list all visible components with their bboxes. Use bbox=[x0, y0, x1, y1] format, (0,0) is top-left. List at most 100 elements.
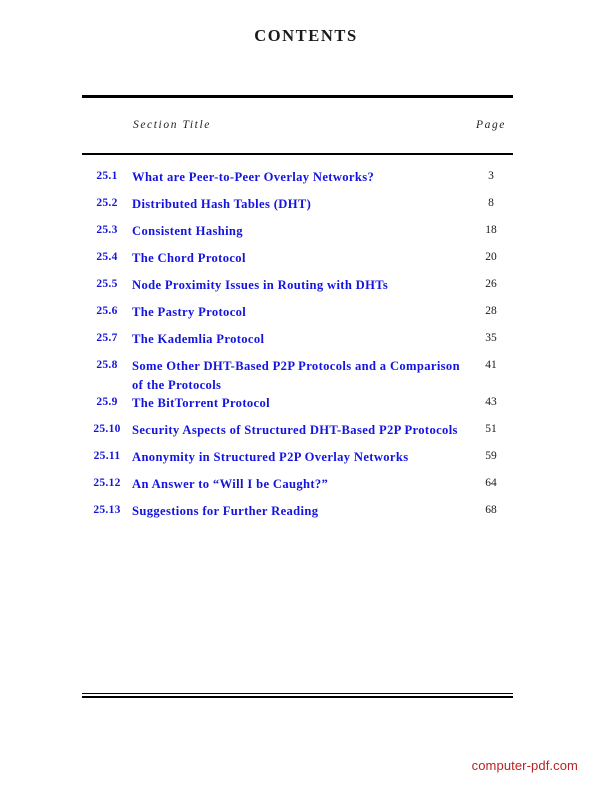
section-number: 25.7 bbox=[96, 332, 118, 344]
table-row[interactable]: 25.1 What are Peer-to-Peer Overlay Networ… bbox=[82, 168, 513, 195]
section-title-link[interactable]: Some Other DHT-Based P2P Protocols and a… bbox=[132, 357, 469, 394]
page-number: 28 bbox=[485, 305, 497, 317]
cell-page-number: 68 bbox=[469, 502, 513, 529]
header-cell-title: Section Title bbox=[132, 95, 469, 155]
table-row[interactable]: 25.10 Security Aspects of Structured DHT-… bbox=[82, 421, 513, 448]
cell-section-title: Security Aspects of Structured DHT-Based… bbox=[132, 421, 469, 448]
page-number: 18 bbox=[485, 224, 497, 236]
cell-section-number: 25.9 bbox=[82, 394, 132, 421]
cell-section-number: 25.11 bbox=[82, 448, 132, 475]
page-number: 26 bbox=[485, 278, 497, 290]
header-cell-number bbox=[82, 95, 132, 155]
cell-section-title: Distributed Hash Tables (DHT) bbox=[132, 195, 469, 222]
cell-page-number: 26 bbox=[469, 276, 513, 303]
cell-section-number: 25.2 bbox=[82, 195, 132, 222]
section-title-link[interactable]: The Kademlia Protocol bbox=[132, 330, 469, 349]
cell-section-title: The Kademlia Protocol bbox=[132, 330, 469, 357]
page-number: 64 bbox=[485, 477, 497, 489]
cell-page-number: 64 bbox=[469, 475, 513, 502]
cell-page-number: 20 bbox=[469, 249, 513, 276]
cell-page-number: 59 bbox=[469, 448, 513, 475]
section-number: 25.1 bbox=[96, 170, 118, 182]
table-bottom-rule-thin bbox=[82, 693, 513, 694]
tail-spacer-cell bbox=[469, 529, 513, 549]
section-title-link[interactable]: The BitTorrent Protocol bbox=[132, 394, 469, 413]
spacer-cell-page bbox=[469, 154, 513, 168]
table-header-row: Section Title Page bbox=[82, 95, 513, 155]
header-label-title: Section Title bbox=[133, 119, 211, 131]
cell-section-title: The BitTorrent Protocol bbox=[132, 394, 469, 421]
section-number: 25.9 bbox=[96, 396, 118, 408]
cell-page-number: 43 bbox=[469, 394, 513, 421]
cell-page-number: 35 bbox=[469, 330, 513, 357]
section-number: 25.12 bbox=[93, 477, 121, 489]
cell-page-number: 28 bbox=[469, 303, 513, 330]
table-row[interactable]: 25.12 An Answer to “Will I be Caught?” 64 bbox=[82, 475, 513, 502]
page-number: 68 bbox=[485, 504, 497, 516]
tail-spacer-cell bbox=[82, 529, 132, 549]
cell-page-number: 51 bbox=[469, 421, 513, 448]
section-title-link[interactable]: The Pastry Protocol bbox=[132, 303, 469, 322]
table-row[interactable]: 25.11 Anonymity in Structured P2P Overlay… bbox=[82, 448, 513, 475]
cell-section-number: 25.10 bbox=[82, 421, 132, 448]
section-number: 25.8 bbox=[96, 359, 118, 371]
section-number: 25.13 bbox=[93, 504, 121, 516]
table-bottom-rule-thick bbox=[82, 696, 513, 698]
page-number: 8 bbox=[488, 197, 494, 209]
section-title-link[interactable]: What are Peer-to-Peer Overlay Networks? bbox=[132, 168, 469, 187]
page-number: 51 bbox=[485, 423, 497, 435]
cell-section-number: 25.5 bbox=[82, 276, 132, 303]
table-row[interactable]: 25.2 Distributed Hash Tables (DHT) 8 bbox=[82, 195, 513, 222]
table-row[interactable]: 25.4 The Chord Protocol 20 bbox=[82, 249, 513, 276]
cell-section-title: Some Other DHT-Based P2P Protocols and a… bbox=[132, 357, 469, 394]
cell-section-title: An Answer to “Will I be Caught?” bbox=[132, 475, 469, 502]
cell-section-number: 25.6 bbox=[82, 303, 132, 330]
section-title-link[interactable]: Node Proximity Issues in Routing with DH… bbox=[132, 276, 469, 295]
cell-page-number: 8 bbox=[469, 195, 513, 222]
page-title: CONTENTS bbox=[254, 26, 358, 45]
table-row[interactable]: 25.8 Some Other DHT-Based P2P Protocols a… bbox=[82, 357, 513, 394]
page-number: 41 bbox=[485, 359, 497, 371]
cell-section-number: 25.8 bbox=[82, 357, 132, 394]
table-body: Section Title Page 25.1 What are Peer-to-… bbox=[82, 95, 513, 549]
table-tail-spacer-row bbox=[82, 529, 513, 549]
section-title-link[interactable]: Distributed Hash Tables (DHT) bbox=[132, 195, 469, 214]
cell-section-title: The Pastry Protocol bbox=[132, 303, 469, 330]
section-title-link[interactable]: Anonymity in Structured P2P Overlay Netw… bbox=[132, 448, 469, 467]
cell-section-title: Consistent Hashing bbox=[132, 222, 469, 249]
spacer-cell-number bbox=[82, 154, 132, 168]
table-row[interactable]: 25.5 Node Proximity Issues in Routing wit… bbox=[82, 276, 513, 303]
table-of-contents: Section Title Page 25.1 What are Peer-to-… bbox=[82, 95, 513, 549]
section-number: 25.5 bbox=[96, 278, 118, 290]
watermark: computer-pdf.com bbox=[471, 758, 578, 773]
page-number: 59 bbox=[485, 450, 497, 462]
section-title-link[interactable]: Suggestions for Further Reading bbox=[132, 502, 469, 521]
section-number: 25.4 bbox=[96, 251, 118, 263]
table-row[interactable]: 25.3 Consistent Hashing 18 bbox=[82, 222, 513, 249]
table-row[interactable]: 25.7 The Kademlia Protocol 35 bbox=[82, 330, 513, 357]
table-row[interactable]: 25.9 The BitTorrent Protocol 43 bbox=[82, 394, 513, 421]
cell-section-title: Node Proximity Issues in Routing with DH… bbox=[132, 276, 469, 303]
table-row[interactable]: 25.6 The Pastry Protocol 28 bbox=[82, 303, 513, 330]
section-title-link[interactable]: An Answer to “Will I be Caught?” bbox=[132, 475, 469, 494]
section-number: 25.11 bbox=[93, 450, 121, 462]
section-number: 25.2 bbox=[96, 197, 118, 209]
cell-section-number: 25.7 bbox=[82, 330, 132, 357]
cell-section-number: 25.12 bbox=[82, 475, 132, 502]
cell-section-title: Suggestions for Further Reading bbox=[132, 502, 469, 529]
cell-section-title: What are Peer-to-Peer Overlay Networks? bbox=[132, 168, 469, 195]
section-title-link[interactable]: Consistent Hashing bbox=[132, 222, 469, 241]
cell-section-title: The Chord Protocol bbox=[132, 249, 469, 276]
spacer-cell-title bbox=[132, 154, 469, 168]
section-number: 25.10 bbox=[93, 423, 121, 435]
page-number: 20 bbox=[485, 251, 497, 263]
cell-section-number: 25.1 bbox=[82, 168, 132, 195]
section-title-link[interactable]: The Chord Protocol bbox=[132, 249, 469, 268]
page-number: 35 bbox=[485, 332, 497, 344]
cell-page-number: 41 bbox=[469, 357, 513, 394]
page-number: 43 bbox=[485, 396, 497, 408]
header-label-number bbox=[82, 95, 132, 119]
table-row[interactable]: 25.13 Suggestions for Further Reading 68 bbox=[82, 502, 513, 529]
section-title-link[interactable]: Security Aspects of Structured DHT-Based… bbox=[132, 421, 469, 440]
cell-section-number: 25.3 bbox=[82, 222, 132, 249]
